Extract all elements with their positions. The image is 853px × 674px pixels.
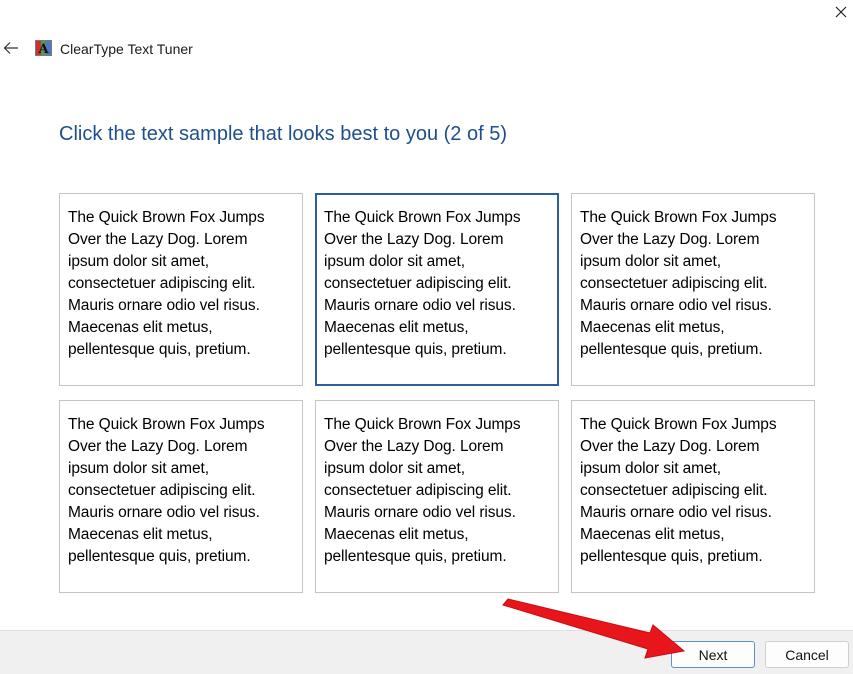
- text-sample-6[interactable]: The Quick Brown Fox Jumps Over the Lazy …: [571, 400, 815, 593]
- back-button[interactable]: [0, 36, 22, 60]
- text-sample-2[interactable]: The Quick Brown Fox Jumps Over the Lazy …: [315, 193, 559, 386]
- svg-text:A: A: [37, 42, 49, 56]
- close-icon: [835, 6, 846, 18]
- text-sample-5[interactable]: The Quick Brown Fox Jumps Over the Lazy …: [315, 400, 559, 593]
- close-button[interactable]: [828, 0, 853, 24]
- sample-text: The Quick Brown Fox Jumps Over the Lazy …: [580, 416, 777, 565]
- sample-text: The Quick Brown Fox Jumps Over the Lazy …: [68, 209, 265, 358]
- cleartype-app-icon: A: [35, 40, 52, 56]
- sample-text: The Quick Brown Fox Jumps Over the Lazy …: [324, 416, 521, 565]
- sample-text: The Quick Brown Fox Jumps Over the Lazy …: [324, 209, 521, 358]
- text-sample-3[interactable]: The Quick Brown Fox Jumps Over the Lazy …: [571, 193, 815, 386]
- cancel-button[interactable]: Cancel: [765, 641, 849, 668]
- sample-text: The Quick Brown Fox Jumps Over the Lazy …: [580, 209, 777, 358]
- text-sample-4[interactable]: The Quick Brown Fox Jumps Over the Lazy …: [59, 400, 303, 593]
- sample-text: The Quick Brown Fox Jumps Over the Lazy …: [68, 416, 265, 565]
- page-heading: Click the text sample that looks best to…: [59, 123, 507, 145]
- next-button[interactable]: Next: [671, 641, 755, 668]
- back-arrow-icon: [3, 42, 18, 54]
- window-title: ClearType Text Tuner: [60, 41, 193, 57]
- text-sample-1[interactable]: The Quick Brown Fox Jumps Over the Lazy …: [59, 193, 303, 386]
